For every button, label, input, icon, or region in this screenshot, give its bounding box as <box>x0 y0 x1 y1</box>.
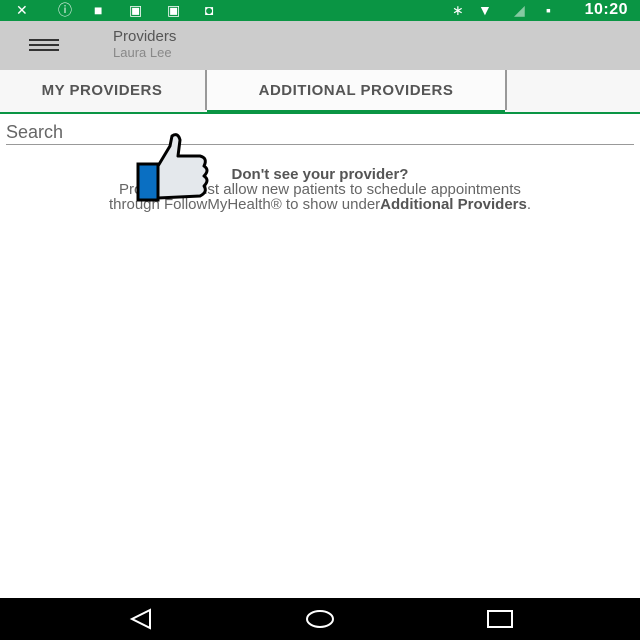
message-bold-text: Additional Providers <box>380 196 527 213</box>
alert-icon: ⓘ <box>58 2 72 18</box>
message-period: . <box>526 196 532 213</box>
message-line-2: through FollowMyHealth® to show underAdd… <box>0 197 640 212</box>
search-input[interactable] <box>6 120 634 145</box>
recents-icon[interactable] <box>486 608 514 630</box>
briefcase-play-icon: ▣ <box>167 2 181 18</box>
battery-charging-icon: ▪ <box>546 2 551 18</box>
user-name: Laura Lee <box>113 45 172 60</box>
thumbs-up-icon <box>136 133 209 202</box>
android-icon: ◘ <box>205 2 214 18</box>
hamburger-menu-icon[interactable] <box>29 39 59 53</box>
briefcase-check-icon: ▣ <box>129 2 143 18</box>
navigation-bar <box>0 598 640 640</box>
app-bar: Providers Laura Lee <box>0 21 640 70</box>
page-title: Providers <box>113 28 177 45</box>
back-icon[interactable] <box>128 608 154 630</box>
clock: 10:20 <box>584 1 628 18</box>
lock-icon: ■ <box>94 2 103 18</box>
message-line-1: Providers must allow new patients to sch… <box>119 181 521 198</box>
tab-additional-providers[interactable]: ADDITIONAL PROVIDERS <box>205 70 507 114</box>
bluetooth-icon: ∗ <box>452 2 464 18</box>
tab-bar: MY PROVIDERS ADDITIONAL PROVIDERS <box>0 70 640 114</box>
status-bar: ✕ ⓘ ■ ▣ ▣ ◘ ∗ ▼ ◢ ▪ 10:20 <box>0 0 640 21</box>
no-sim-icon: ✕ <box>16 2 28 18</box>
wifi-icon: ▼ <box>478 2 492 18</box>
home-icon[interactable] <box>305 608 335 630</box>
tab-my-providers[interactable]: MY PROVIDERS <box>0 70 204 112</box>
empty-message: Don't see your provider? Providers must … <box>0 167 640 212</box>
signal-off-icon: ◢ <box>514 2 525 18</box>
